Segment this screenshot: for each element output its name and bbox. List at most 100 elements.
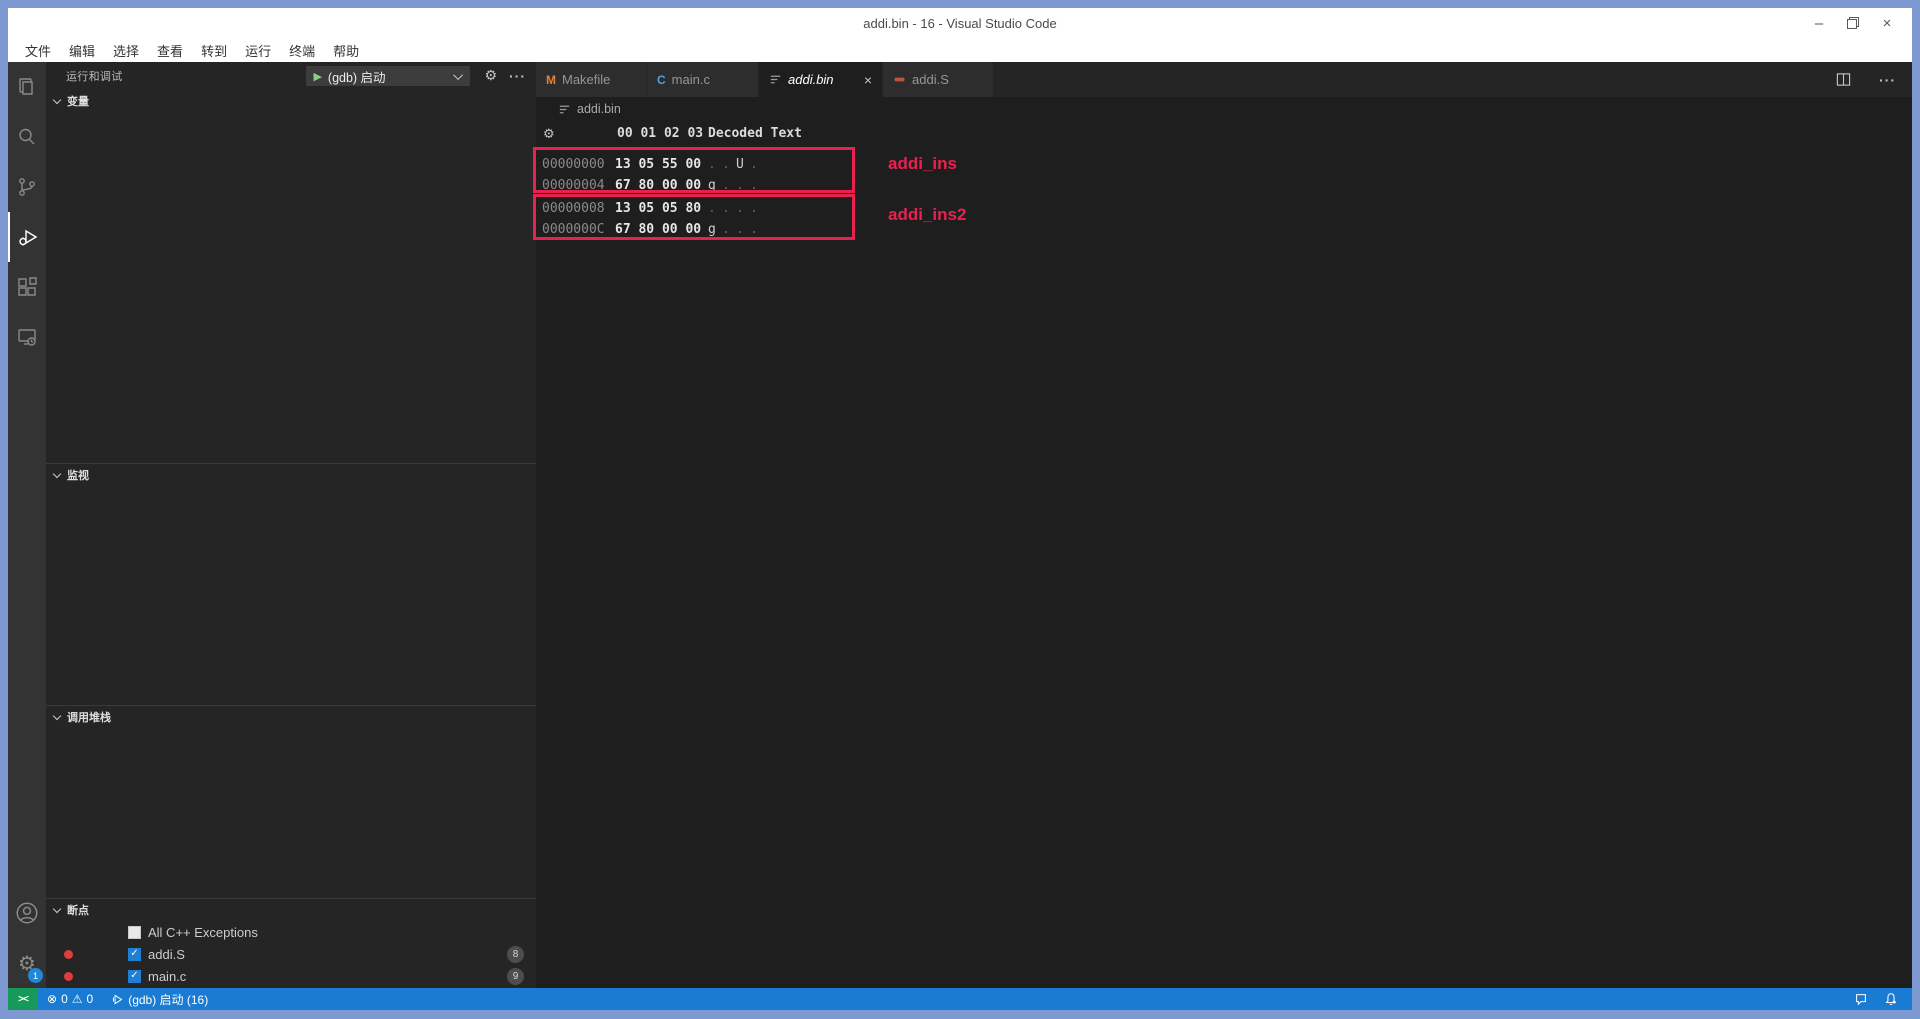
activity-search[interactable] (8, 112, 46, 162)
menu-view[interactable]: 查看 (148, 38, 192, 62)
activity-explorer[interactable] (8, 62, 46, 112)
notifications-bell-icon (1884, 992, 1898, 1006)
breakpoint-checkbox[interactable]: ✓ (128, 970, 141, 983)
chevron-down-icon (454, 70, 464, 80)
notifications-button[interactable] (1876, 992, 1906, 1006)
sidebar-sections: 变量 监视 调用堆栈 (46, 90, 536, 988)
breadcrumb-item[interactable]: addi.bin (577, 102, 621, 116)
variables-header[interactable]: 变量 (46, 90, 536, 112)
breakpoint-row-mainc[interactable]: ✓ main.c 9 (46, 965, 536, 987)
watch-label: 监视 (67, 467, 89, 483)
restore-icon (1847, 17, 1859, 29)
activity-remote-explorer[interactable] (8, 312, 46, 362)
watch-header[interactable]: 监视 (46, 464, 536, 486)
more-actions-icon[interactable]: ··· (1879, 72, 1896, 88)
assembly-file-icon (893, 73, 906, 86)
search-icon (15, 125, 39, 149)
hex-file-icon (558, 103, 571, 116)
tab-label: Makefile (562, 72, 610, 87)
breakpoint-dot-icon (64, 972, 73, 981)
menu-file[interactable]: 文件 (16, 38, 60, 62)
breakpoint-file: main.c (148, 969, 186, 984)
run-debug-sidebar: 运行和调试 ▶ (gdb) 启动 ⚙ ··· 变量 (46, 62, 536, 988)
restore-button[interactable] (1836, 8, 1870, 38)
debug-play-icon (111, 993, 124, 1006)
start-debug-icon[interactable]: ▶ (313, 70, 321, 83)
remote-indicator[interactable]: >< (8, 988, 38, 1010)
activity-run-debug[interactable] (8, 212, 46, 262)
debug-launch-status[interactable]: (gdb) 启动 (16) (102, 988, 217, 1010)
debug-views-more-icon[interactable]: ··· (509, 68, 526, 84)
vscode-window: addi.bin - 16 - Visual Studio Code – × 文… (8, 8, 1912, 1010)
account-icon (14, 900, 40, 926)
feedback-button[interactable] (1846, 992, 1876, 1006)
source-control-icon (15, 175, 39, 199)
call-stack-header[interactable]: 调用堆栈 (46, 706, 536, 728)
close-button[interactable]: × (1870, 8, 1904, 38)
variables-label: 变量 (67, 93, 89, 109)
call-stack-section: 调用堆栈 (46, 705, 536, 898)
menu-run[interactable]: 运行 (236, 38, 280, 62)
breakpoint-dot-icon (64, 950, 73, 959)
tab-makefile[interactable]: M Makefile (536, 62, 647, 97)
editor-actions: ··· (1836, 62, 1912, 97)
window-controls: – × (1802, 8, 1904, 38)
exception-label: All C++ Exceptions (148, 925, 258, 940)
window-title: addi.bin - 16 - Visual Studio Code (863, 16, 1056, 31)
remote-explorer-icon (15, 325, 39, 349)
menu-edit[interactable]: 编辑 (60, 38, 104, 62)
tab-mainc[interactable]: C main.c (647, 62, 759, 97)
sidebar-title: 运行和调试 (66, 68, 123, 84)
breakpoint-file: addi.S (148, 947, 185, 962)
c-file-icon: C (657, 73, 666, 87)
chevron-down-icon (53, 712, 61, 720)
menu-selection[interactable]: 选择 (104, 38, 148, 62)
tab-label: addi.bin (788, 72, 834, 87)
menu-terminal[interactable]: 终端 (280, 38, 324, 62)
hex-settings-gear-icon[interactable]: ⚙ (543, 127, 555, 142)
close-tab-icon[interactable]: × (864, 72, 872, 88)
minimize-button[interactable]: – (1802, 8, 1836, 38)
settings-badge: 1 (28, 968, 43, 983)
tab-bar: M Makefile C main.c addi.bin × addi.S (536, 62, 1912, 97)
manage-button[interactable]: ⚙ 1 (8, 938, 46, 988)
debug-status-label: (gdb) 启动 (16) (128, 991, 208, 1008)
tab-label: addi.S (912, 72, 949, 87)
extensions-icon (15, 275, 39, 299)
activity-bar-bottom: ⚙ 1 (8, 888, 46, 988)
editor-group: M Makefile C main.c addi.bin × addi.S (536, 62, 1912, 988)
exception-checkbox[interactable] (128, 926, 141, 939)
breakpoints-header[interactable]: 断点 (46, 899, 536, 921)
feedback-icon (1854, 992, 1868, 1006)
breakpoint-line-badge: 9 (507, 968, 524, 985)
activity-source-control[interactable] (8, 162, 46, 212)
breakpoint-row-addis[interactable]: ✓ addi.S 8 (46, 943, 536, 965)
menu-help[interactable]: 帮助 (324, 38, 368, 62)
chevron-down-icon (53, 96, 61, 104)
account-button[interactable] (8, 888, 46, 938)
makefile-file-icon: M (546, 73, 556, 87)
hex-decoded-header: Decoded Text (708, 126, 802, 141)
breadcrumb[interactable]: addi.bin (536, 97, 1912, 121)
annotation-label: addi_ins (888, 154, 957, 174)
workbench: ⚙ 1 运行和调试 ▶ (gdb) 启动 ⚙ ··· (8, 62, 1912, 988)
hex-file-icon (769, 73, 782, 86)
tab-addibin[interactable]: addi.bin × (759, 62, 883, 97)
errors-icon: ⊗ (47, 992, 57, 1006)
tab-addis[interactable]: addi.S (883, 62, 994, 97)
errors-count: 0 (61, 992, 68, 1006)
breakpoint-checkbox[interactable]: ✓ (128, 948, 141, 961)
hex-editor: ⚙ 00 01 02 03 Decoded Text 00000000 13 0… (536, 121, 1912, 988)
problems-status[interactable]: ⊗ 0 ⚠ 0 (38, 988, 102, 1010)
split-editor-icon[interactable] (1836, 72, 1851, 87)
status-bar-right (1846, 992, 1912, 1006)
exception-breakpoint-row[interactable]: All C++ Exceptions (46, 921, 536, 943)
launch-config-dropdown[interactable]: ▶ (gdb) 启动 (306, 66, 470, 86)
run-debug-icon (16, 225, 40, 249)
activity-extensions[interactable] (8, 262, 46, 312)
configure-gear-icon[interactable]: ⚙ (484, 68, 497, 84)
annotation-box-addi-ins2 (533, 194, 855, 240)
menu-bar: 文件 编辑 选择 查看 转到 运行 终端 帮助 (8, 38, 1912, 62)
activity-bar: ⚙ 1 (8, 62, 46, 988)
menu-go[interactable]: 转到 (192, 38, 236, 62)
